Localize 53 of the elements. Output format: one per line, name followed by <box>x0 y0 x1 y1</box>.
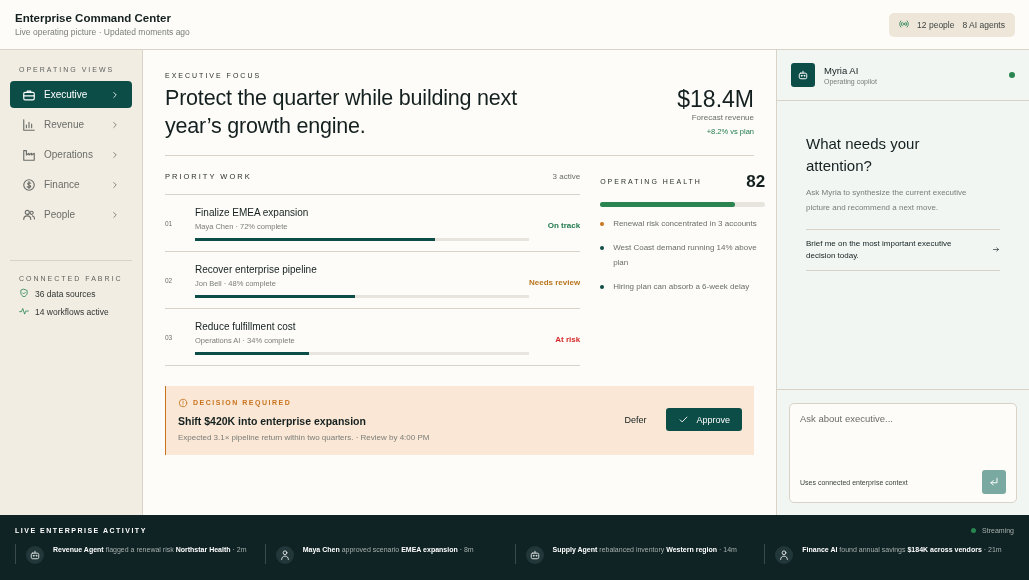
alert-icon <box>178 397 188 408</box>
metric-label: Forecast revenue <box>690 113 754 122</box>
agents-count: 8 AI agents <box>962 19 1005 30</box>
headline: Protect the quarter while building next year’s growth engine. <box>165 85 518 140</box>
chevron-right-icon <box>110 149 120 160</box>
nav-item[interactable]: Revenue <box>10 111 132 138</box>
pulse-icon <box>19 306 29 316</box>
health-note: Renewal risk concentrated in 3 accounts <box>613 217 757 230</box>
app-title: Enterprise Command Center <box>15 12 172 24</box>
app-subtitle: Live operating picture · Updated moments ago <box>15 27 190 37</box>
prompt-heading: What needs your attention? <box>806 134 921 176</box>
suggestion-link[interactable]: Brief me on the most important executive decision today. <box>806 228 1000 271</box>
chevron-right-icon <box>110 119 120 130</box>
assistant-name: Myria AI <box>824 65 860 76</box>
arrow-right-icon <box>992 245 1000 255</box>
chevron-right-icon <box>110 179 120 190</box>
active-count: 3 active <box>552 171 581 181</box>
nav-item[interactable]: Executive <box>10 81 132 108</box>
chevron-right-icon <box>110 89 120 100</box>
briefcase-icon <box>22 87 36 102</box>
shield-icon <box>19 288 29 298</box>
message-input[interactable]: Ask about executive... <box>800 413 1006 453</box>
factory-icon <box>22 147 36 162</box>
task-title: Finalize EMEA expansion <box>195 206 310 218</box>
dollar-circle-icon <box>22 177 36 192</box>
defer-button[interactable]: Defer <box>618 413 653 426</box>
decision-title: Shift $420K into enterprise expansion <box>178 414 367 427</box>
robot-icon <box>797 69 809 81</box>
nav-item[interactable]: People <box>10 201 132 228</box>
people-icon <box>22 207 36 222</box>
revenue-value: $18.4M <box>677 86 754 113</box>
assistant-intro: Ask Myria to synthesize the current executive picture and recommend a next move. <box>806 186 968 214</box>
broadcast-icon <box>899 18 910 29</box>
status-label: Needs review <box>529 277 581 287</box>
send-button[interactable] <box>982 470 1006 494</box>
nav-item[interactable]: Finance <box>10 171 132 198</box>
status-label: On track <box>547 220 581 230</box>
people-count: 12 people <box>917 19 955 30</box>
decision-detail: Expected 3.1× pipeline return within two quarters. · Review by 4:00 PM <box>178 432 430 442</box>
fabric-stat: 14 workflows active <box>35 307 109 317</box>
approve-button[interactable]: Approve <box>666 408 742 432</box>
health-note: West Coast demand running 14% above plan <box>613 242 758 270</box>
status-label: At risk <box>555 334 581 344</box>
chevron-right-icon <box>110 209 120 220</box>
task-title: Reduce fulfillment cost <box>195 320 297 332</box>
enter-icon <box>988 476 1000 488</box>
task-title: Recover enterprise pipeline <box>195 263 318 275</box>
health-note: Hiring plan can absorb a 6-week delay <box>613 281 750 294</box>
fabric-stat: 36 data sources <box>35 289 96 299</box>
bar-chart-icon <box>22 117 36 132</box>
nav-item[interactable]: Operations <box>10 141 132 168</box>
health-score: 82 <box>746 171 766 192</box>
status-dot <box>971 528 977 533</box>
